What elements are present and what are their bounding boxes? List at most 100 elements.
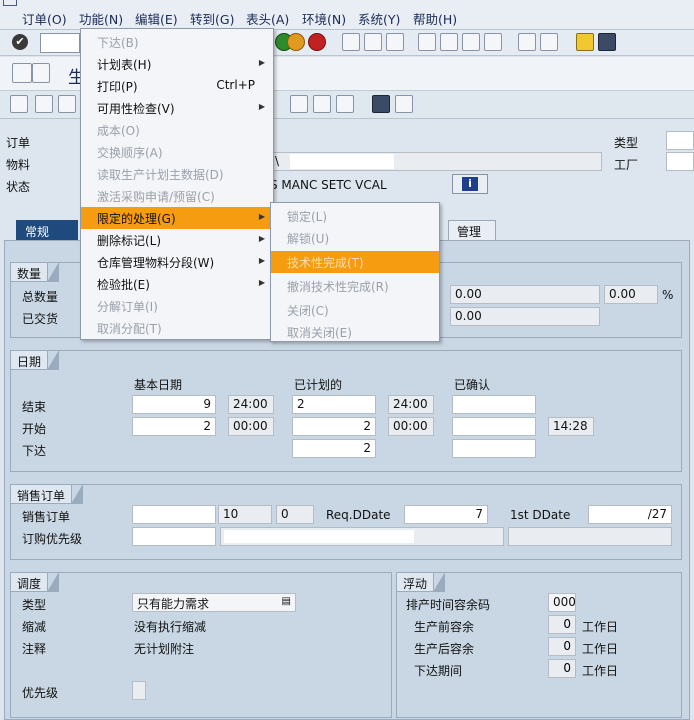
status-info-button[interactable]: i [452,174,488,194]
sched-start-time: 00:00 [388,417,434,436]
basic-end-time[interactable]: 24:00 [228,395,274,414]
submenu-item-lock[interactable]: 锁定(L) [271,205,439,227]
menu-item-availability[interactable]: 可用性检查(V) ▶ [81,97,273,119]
menu-system[interactable]: 系统(Y) [358,9,400,28]
submenu-item-close[interactable]: 关闭(C) [271,299,439,321]
table-icon[interactable] [372,95,390,113]
menu-item-split-order[interactable]: 分解订单(I) [81,295,273,317]
submenu-item-cancel-close[interactable]: 取消关闭(E) [271,321,439,343]
shortcut-icon[interactable] [540,33,558,51]
sched-end-date: 2 [292,395,376,414]
components-icon[interactable] [58,95,76,113]
operations-icon[interactable] [35,95,53,113]
sequence-icon[interactable] [290,95,308,113]
dropdown-icon[interactable]: ▤ [282,596,291,607]
material-label: 物料 [6,158,31,172]
new-session-icon[interactable] [518,33,536,51]
menu-edit[interactable]: 编辑(E) [135,9,178,28]
tab-general[interactable]: 常规 [16,220,78,240]
float-before-field: 0 [548,615,576,634]
plant-label: 工厂 [614,158,639,172]
float-before-label: 生产前容余 [414,620,475,634]
menu-function[interactable]: 功能(N) [79,9,123,28]
menu-item-schedule[interactable]: 计划表(H) ▶ [81,53,273,75]
menu-item-swap-sequence[interactable]: 交换顺序(A) [81,141,273,163]
col-scheduled: 已计划的 [294,378,343,392]
menu-item-label: 解锁(U) [287,232,330,246]
redacted-area [224,530,414,543]
submenu-item-undo-tech-complete[interactable]: 撤消技术性完成(R) [271,275,439,297]
menu-item-label: 交换顺序(A) [97,146,163,160]
header-icon[interactable] [10,95,28,113]
sched-type-select[interactable]: 只有能力需求 ▤ [132,593,296,612]
menu-item-cancel-assignment[interactable]: 取消分配(T) [81,317,273,339]
basic-end-date[interactable]: 9 [132,395,216,414]
menu-item-label: 撤消技术性完成(R) [287,280,389,294]
float-group-title: 浮动 [396,572,446,592]
menu-item-print[interactable]: 打印(P) Ctrl+P [81,75,273,97]
scrap-pct-field: 0.00 [604,285,658,304]
menu-item-deletion-flag[interactable]: 删除标记(L) ▶ [81,229,273,251]
document-icon[interactable] [336,95,354,113]
submenu-arrow-icon: ▶ [258,256,265,265]
confirmed-start-time: 14:28 [548,417,594,436]
print-icon[interactable] [342,33,360,51]
menu-item-label: 检验批(E) [97,278,150,292]
first-ddate-label: 1st DDate [510,508,571,522]
next-page-icon[interactable] [462,33,480,51]
menu-item-warehouse-staging[interactable]: 仓库管理物料分段(W) ▶ [81,251,273,273]
basic-start-date[interactable]: 2 [132,417,216,436]
menu-item-label: 取消分配(T) [97,322,162,336]
submenu-arrow-icon: ▶ [258,212,265,221]
status-label: 状态 [6,180,31,194]
order-icon[interactable] [12,63,32,83]
end-label: 结束 [22,400,47,414]
submenu-arrow-icon: ▶ [258,58,265,67]
cancel-icon[interactable] [308,33,326,51]
copy-icon[interactable] [313,95,331,113]
tab-admin[interactable]: 管理 [448,220,496,240]
percent-sign: % [662,288,674,302]
hierarchy-icon[interactable] [395,95,413,113]
menu-order[interactable]: 订单(O) [22,9,67,28]
menu-item-release[interactable]: 下达(B) [81,31,273,53]
sched-type-value: 只有能力需求 [137,597,210,611]
prev-page-icon[interactable] [440,33,458,51]
find-icon[interactable] [364,33,382,51]
command-field[interactable] [40,33,80,53]
enter-icon[interactable]: ✔ [12,34,28,50]
menu-environment[interactable]: 环境(N) [302,9,346,28]
dates-group-title: 日期 [10,350,60,370]
basic-start-time[interactable]: 00:00 [228,417,274,436]
submenu-arrow-icon: ▶ [258,278,265,287]
float-key-label: 排产时间容余码 [406,598,491,612]
menu-item-inspection-lot[interactable]: 检验批(E) ▶ [81,273,273,295]
menu-item-cost[interactable]: 成本(O) [81,119,273,141]
first-page-icon[interactable] [418,33,436,51]
submenu-item-unlock[interactable]: 解锁(U) [271,227,439,249]
layout-icon[interactable] [598,33,616,51]
float-key-field[interactable]: 000 [548,593,576,612]
float-after-field: 0 [548,637,576,656]
help-icon[interactable] [576,33,594,51]
menu-item-activate-purchase[interactable]: 激活采购申请/预留(C) [81,185,273,207]
menu-help[interactable]: 帮助(H) [413,9,457,28]
submenu-item-tech-complete[interactable]: 技术性完成(T) [271,251,439,273]
tab-admin-label: 管理 [457,225,482,239]
last-page-icon[interactable] [484,33,502,51]
menu-goto[interactable]: 转到(G) [190,9,234,28]
menu-item-label: 取消关闭(E) [287,326,352,340]
menu-header[interactable]: 表头(A) [246,9,289,28]
doc-icon[interactable] [32,63,50,83]
menu-item-restricted-processing[interactable]: 限定的处理(G) ▶ [81,207,273,229]
submenu-arrow-icon: ▶ [258,234,265,243]
delivered-label: 已交货 [22,312,59,326]
sched-end-time: 24:00 [388,395,434,414]
confirmed-end-date [452,395,536,414]
exit-icon[interactable] [287,33,305,51]
menu-item-read-master-data[interactable]: 读取生产计划主数据(D) [81,163,273,185]
find-next-icon[interactable] [386,33,404,51]
type-label: 类型 [614,136,639,150]
sales-item-field: 10 [218,505,272,524]
menu-item-label: 分解订单(I) [97,300,158,314]
